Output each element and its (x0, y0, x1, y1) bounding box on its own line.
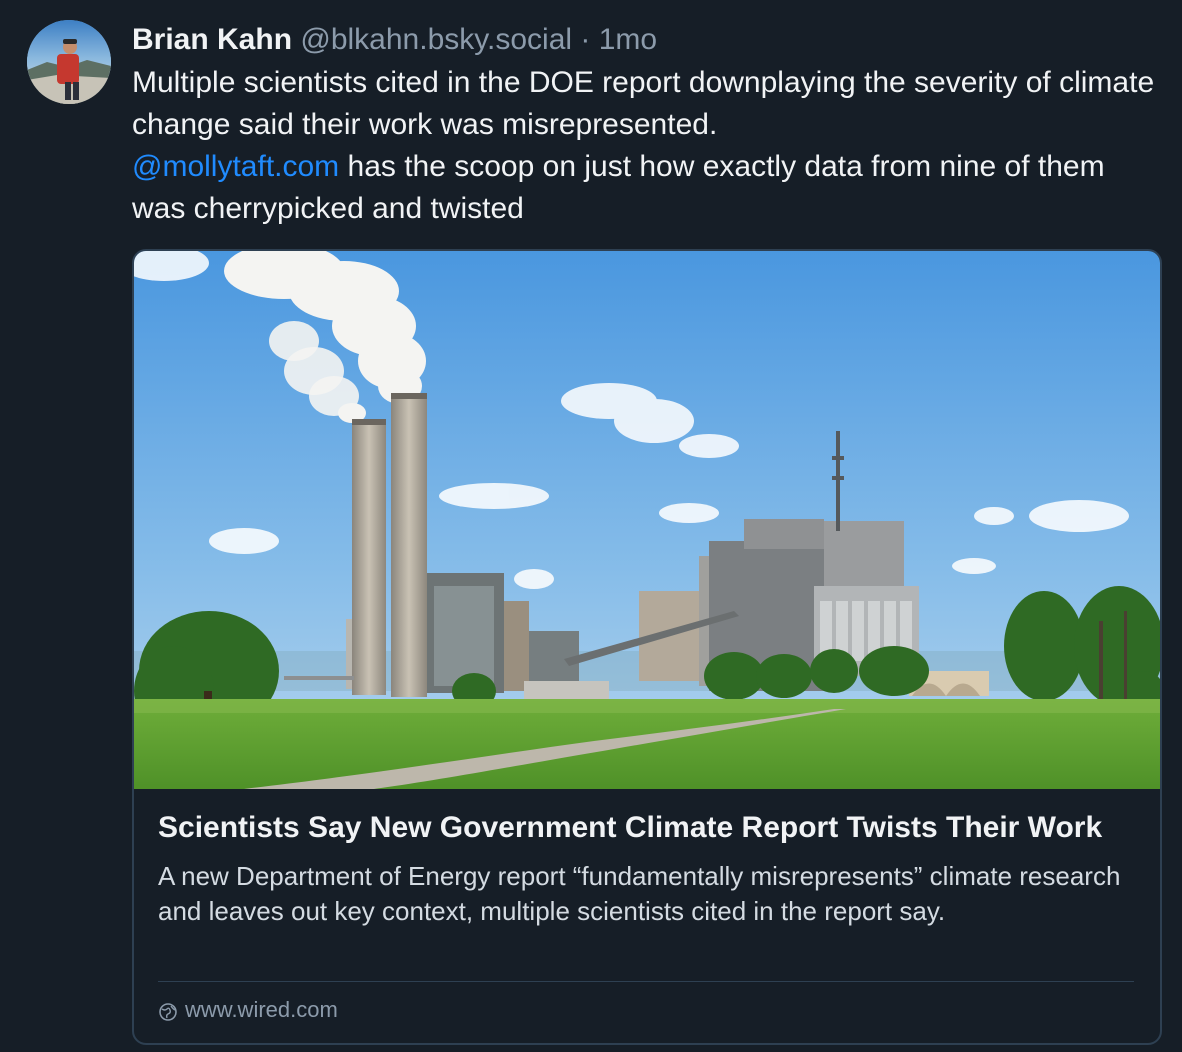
link-card-domain: www.wired.com (158, 995, 338, 1025)
link-card-divider (158, 981, 1134, 982)
link-card-title[interactable]: Scientists Say New Government Climate Re… (158, 807, 1134, 849)
author-avatar[interactable] (27, 20, 111, 104)
post: Brian Kahn @blkahn.bsky.social · 1mo Mul… (0, 0, 1182, 1052)
post-meta: Brian Kahn @blkahn.bsky.social · 1mo (132, 18, 1162, 62)
meta-separator: · (580, 23, 591, 56)
link-card-description: A new Department of Energy report “funda… (158, 861, 1121, 926)
link-card-domain-text: www.wired.com (185, 997, 338, 1022)
author-name[interactable]: Brian Kahn (132, 23, 292, 56)
post-content: Brian Kahn @blkahn.bsky.social · 1mo Mul… (132, 18, 1162, 230)
author-handle[interactable]: @blkahn.bsky.social (300, 23, 572, 56)
post-text-line1: Multiple scientists cited in the DOE rep… (132, 66, 1155, 141)
post-time[interactable]: 1mo (599, 23, 657, 56)
link-card[interactable]: Scientists Say New Government Climate Re… (132, 249, 1162, 1045)
link-card-body: Scientists Say New Government Climate Re… (158, 807, 1134, 929)
post-text: Multiple scientists cited in the DOE rep… (132, 62, 1162, 230)
mention-link[interactable]: @mollytaft.com (132, 150, 339, 183)
globe-icon (158, 1000, 178, 1021)
power-plant-photo (134, 251, 1160, 789)
avatar-photo (27, 20, 111, 104)
